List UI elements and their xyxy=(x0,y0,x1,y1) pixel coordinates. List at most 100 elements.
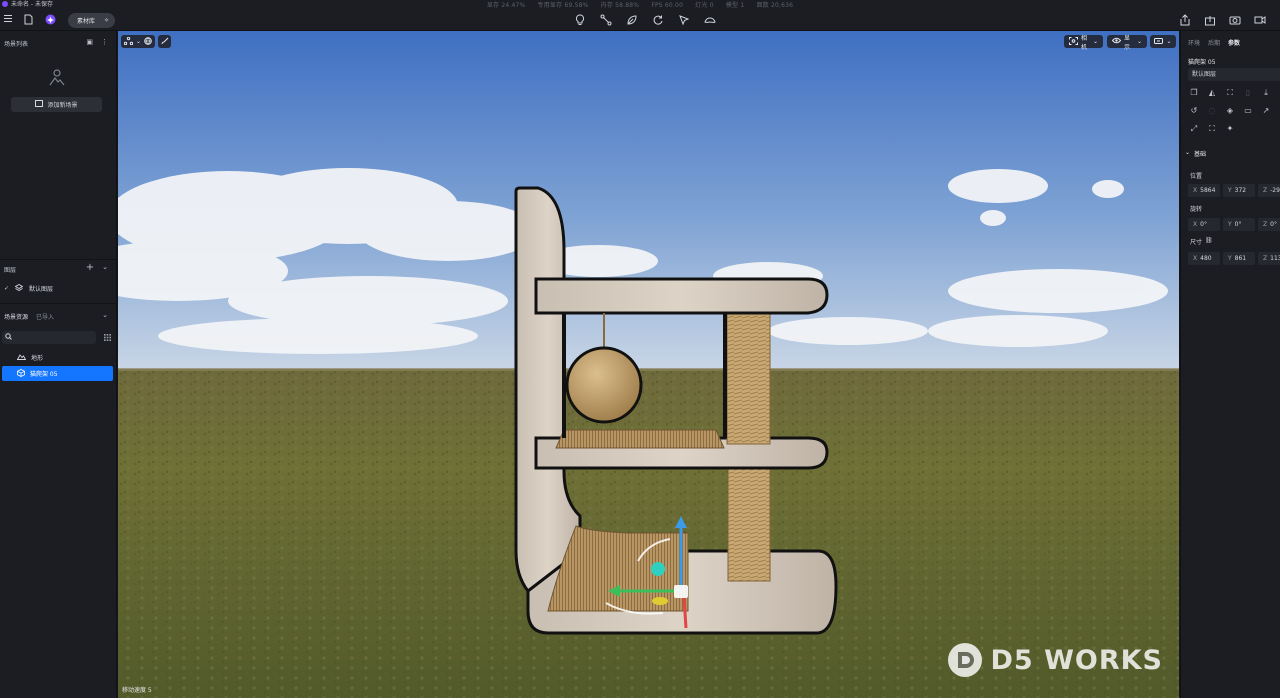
file-icon[interactable] xyxy=(24,14,33,28)
link-icon[interactable]: ⛓ xyxy=(1205,237,1213,246)
video-icon[interactable] xyxy=(1254,14,1266,26)
section-basic-label: 基础 xyxy=(1194,151,1207,158)
asset-library-button[interactable]: 素材库 ✧ xyxy=(68,13,115,28)
grid-view-icon[interactable] xyxy=(101,331,114,344)
add-scene-button[interactable]: 添加新场景 xyxy=(11,97,102,112)
stat-vram: 显存 24.47% xyxy=(486,2,526,9)
scene-list-title: 场景列表 xyxy=(4,41,29,48)
divider xyxy=(0,303,117,304)
chevron-down-icon[interactable]: ⌄ xyxy=(102,311,108,319)
copy-icon[interactable]: ❐ xyxy=(1189,88,1199,98)
plugin-icon[interactable] xyxy=(45,14,56,28)
folder-icon[interactable]: ▭ xyxy=(1243,106,1253,116)
layer-item-default[interactable]: ✓ 默认图层 xyxy=(4,283,53,293)
right-toolbar xyxy=(1179,14,1266,26)
chevron-down-icon: ⌄ xyxy=(1166,38,1172,45)
rotation-y-field[interactable]: Y 0° xyxy=(1223,218,1255,231)
display-menu-label: 显示 xyxy=(1124,34,1131,51)
tab-imported[interactable]: 已导入 xyxy=(36,312,54,321)
d5-logo-icon xyxy=(2,0,8,7)
tab-post[interactable]: 后期 xyxy=(1208,38,1220,47)
sync-menu-button[interactable]: ⌄ xyxy=(1150,35,1176,48)
mirror-icon[interactable]: ◭ xyxy=(1207,88,1217,98)
rotation-x-field[interactable]: X 0° xyxy=(1188,218,1220,231)
camera-menu-button[interactable]: 相机 ⌄ xyxy=(1064,34,1103,51)
chevron-down-icon[interactable]: ⌄ xyxy=(102,263,108,272)
position-x-field[interactable]: X 5864 xyxy=(1188,184,1220,197)
tab-scene-assets[interactable]: 场景资源 xyxy=(4,312,28,321)
add-image-icon xyxy=(35,100,44,109)
layers-title: 图层 xyxy=(4,267,17,274)
watermark-text: D5 WORKS xyxy=(990,644,1163,676)
sparkle-icon: ✧ xyxy=(103,17,109,24)
brush-icon xyxy=(161,37,169,47)
sparkle-icon[interactable]: ✦ xyxy=(1225,124,1235,134)
size-y-field[interactable]: Y 861 xyxy=(1223,252,1255,265)
add-scene-label: 添加新场景 xyxy=(47,102,78,109)
fit-icon[interactable]: ⛶ xyxy=(1207,124,1217,134)
tree-item-label: 猫爬架 05 xyxy=(30,371,58,378)
export-icon[interactable] xyxy=(1179,14,1191,26)
lock-icon[interactable]: ◌ xyxy=(1207,106,1217,116)
cube-icon xyxy=(17,368,25,379)
d5-logo-icon xyxy=(947,643,982,677)
drop-to-ground-icon[interactable]: ⤓ xyxy=(1261,88,1271,98)
tree-item-label: 地形 xyxy=(31,355,44,362)
leaf-icon[interactable] xyxy=(626,14,638,26)
d5-works-watermark: D5 WORKS xyxy=(947,642,1164,678)
path-icon[interactable] xyxy=(600,14,612,26)
performance-stats: 显存 24.47% 专用显存 69.58% 内存 58.88% FPS 60.0… xyxy=(0,0,1280,9)
camera-icon[interactable] xyxy=(1229,14,1241,26)
tab-environment[interactable]: 环境 xyxy=(1188,38,1200,47)
focus-icon[interactable]: ⛶ xyxy=(1225,88,1235,98)
position-y-field[interactable]: Y 372 xyxy=(1223,184,1255,197)
scale-icon[interactable]: ⤢ xyxy=(1189,124,1199,134)
share-icon[interactable]: ↗ xyxy=(1261,106,1271,116)
chevron-down-icon: ⌄ xyxy=(1136,38,1142,45)
move-speed-status: 移动速度 5 xyxy=(122,687,152,694)
align-icon[interactable]: ▯ xyxy=(1243,88,1253,98)
layer-select[interactable]: 默认图层 xyxy=(1188,68,1280,81)
layers-icon xyxy=(14,283,24,293)
menu-icon[interactable] xyxy=(4,15,12,22)
refresh-icon[interactable] xyxy=(652,14,664,26)
object-tools-grid: ❐ ◭ ⛶ ▯ ⤓ ▤ ↺ ◌ ◈ ▭ ↗ ⤢ ⛶ ✦ xyxy=(1189,88,1280,134)
asset-library-label: 素材库 xyxy=(77,18,96,25)
terrain-icon xyxy=(16,353,27,362)
light-bulb-icon[interactable] xyxy=(574,14,586,26)
camera-menu-label: 相机 xyxy=(1081,34,1088,51)
brush-button[interactable] xyxy=(158,35,171,48)
section-basic-header[interactable]: ⌄ 基础 xyxy=(1185,149,1206,158)
globe-icon xyxy=(144,36,152,47)
image-icon[interactable]: ▣ xyxy=(86,38,93,46)
undo-rotate-icon[interactable]: ↺ xyxy=(1189,106,1199,116)
search-input[interactable] xyxy=(15,334,95,341)
tree-item-terrain[interactable]: 地形 xyxy=(2,350,113,365)
camera-frame-icon xyxy=(1069,36,1078,47)
cloud-shape-icon[interactable] xyxy=(704,14,716,26)
eye-icon xyxy=(1111,37,1122,46)
3d-viewport[interactable]: ⌄ 相机 ⌄ 显示 ⌄ ⌄ D5 WORKS 移动速度 5 xyxy=(118,31,1179,698)
transform-mode-button[interactable]: ⌄ xyxy=(121,35,155,48)
window-title: 未命名 - 未保存 xyxy=(0,0,53,8)
position-z-field[interactable]: Z -29 xyxy=(1258,184,1280,197)
top-bar: 显存 24.47% 专用显存 69.58% 内存 58.88% FPS 60.0… xyxy=(0,0,1280,31)
sync-icon xyxy=(1154,37,1164,47)
display-menu-button[interactable]: 显示 ⌄ xyxy=(1107,34,1147,51)
upload-icon[interactable] xyxy=(1204,14,1216,26)
more-options-icon[interactable]: ⋮ xyxy=(101,38,108,46)
search-box xyxy=(2,331,96,344)
add-layer-icon[interactable]: + xyxy=(86,263,94,273)
rotation-z-field[interactable]: Z 0° xyxy=(1258,218,1280,231)
stat-dedicated-vram: 专用显存 69.58% xyxy=(537,2,589,9)
tab-parameters[interactable]: 参数 xyxy=(1228,38,1240,47)
position-fields: X 5864 Y 372 Z -29 xyxy=(1188,184,1280,197)
chevron-down-icon: ⌄ xyxy=(1092,38,1098,45)
position-label: 位置 xyxy=(1190,173,1203,180)
size-x-field[interactable]: X 480 xyxy=(1188,252,1220,265)
select-cursor-icon[interactable] xyxy=(678,14,690,26)
material-icon[interactable]: ◈ xyxy=(1225,106,1235,116)
document-title: 未命名 - 未保存 xyxy=(11,1,53,8)
tree-item-cat-tree[interactable]: 猫爬架 05 xyxy=(2,366,113,381)
size-z-field[interactable]: Z1135 xyxy=(1258,252,1280,265)
